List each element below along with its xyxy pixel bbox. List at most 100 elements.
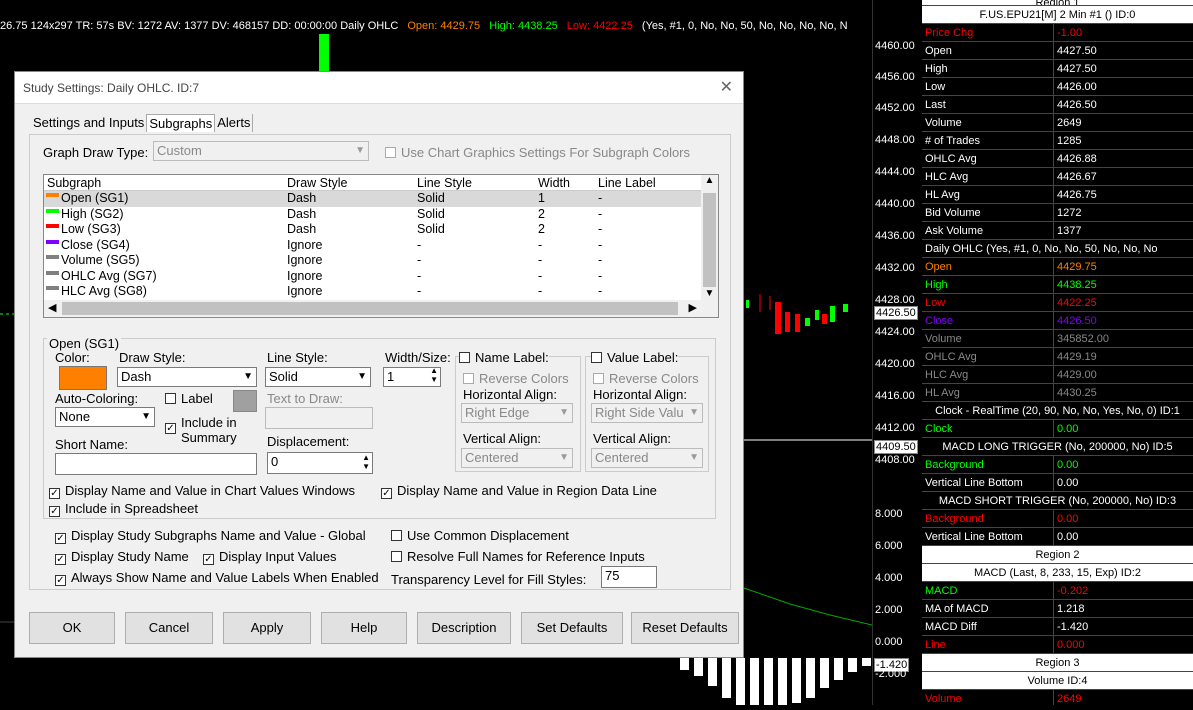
draw-style-select[interactable]: Dash (117, 367, 257, 387)
graph-draw-type-select[interactable]: Custom (153, 141, 369, 161)
display-global-label: Display Study Subgraphs Name and Value -… (71, 528, 366, 543)
label-checkbox[interactable]: Label (165, 391, 213, 406)
display-global-checkbox[interactable]: ✓ Display Study Subgraphs Name and Value … (55, 528, 366, 544)
label-checkbox-label: Label (181, 391, 213, 406)
color-swatch[interactable] (59, 366, 107, 390)
row-value: 1285 (1057, 135, 1082, 147)
use-chart-graphics-checkbox[interactable]: Use Chart Graphics Settings For Subgraph… (385, 145, 690, 160)
subgraph-color-swatch (46, 239, 59, 244)
include-summary-checkbox[interactable]: ✓ Include in Summary (165, 415, 245, 445)
panel-row: Ask Volume 1377 (922, 222, 1193, 240)
short-name-input[interactable] (55, 453, 257, 475)
panel-row: High 4438.25 (922, 276, 1193, 294)
scale-tick: 4440.00 (875, 198, 915, 210)
row-label: Bid Volume (922, 204, 1054, 221)
display-input-values-checkbox[interactable]: ✓ Display Input Values (203, 549, 337, 565)
scale-tick: 4416.00 (875, 390, 915, 402)
col-width[interactable]: Width (538, 175, 598, 190)
auto-coloring-label: Auto-Coloring: (55, 391, 139, 406)
table-row[interactable]: HLC Avg (SG8) Ignore - - - (44, 284, 718, 300)
subgraph-label-cell: - (598, 222, 603, 236)
dialog-titlebar[interactable]: Study Settings: Daily OHLC. ID:7 ✕ (15, 72, 743, 104)
table-horizontal-scrollbar[interactable]: ◀ ▶ (44, 300, 701, 317)
table-row[interactable]: Close (SG4) Ignore - - - (44, 238, 718, 254)
table-row[interactable]: Low (SG3) Dash Solid 2 - (44, 222, 718, 238)
scroll-thumb[interactable] (703, 193, 716, 287)
panel-row: OHLC Avg 4429.19 (922, 348, 1193, 366)
spin-arrows-icon[interactable]: ▲ ▼ (430, 366, 438, 384)
auto-coloring-select[interactable]: None (55, 407, 155, 427)
value-horiz-align-select[interactable]: Right Side Valu (591, 403, 703, 423)
include-spreadsheet-checkbox[interactable]: ✓ Include in Spreadsheet (49, 501, 198, 517)
name-label-checkbox[interactable]: Name Label: (459, 350, 549, 365)
displacement-spinbox[interactable]: 0 ▲ ▼ (267, 452, 373, 474)
subgraph-name-cell: OHLC Avg (SG7) (44, 269, 287, 285)
scale-tick: 4444.00 (875, 166, 915, 178)
subgraph-name: Open (SG1) (61, 191, 129, 205)
description-button[interactable]: Description (417, 612, 511, 644)
col-draw-style[interactable]: Draw Style (287, 175, 417, 190)
table-row[interactable]: Open (SG1) Dash Solid 1 - (44, 191, 718, 207)
ok-button[interactable]: OK (29, 612, 115, 644)
scroll-down-icon[interactable]: ▼ (701, 288, 718, 299)
reverse-colors-label: Reverse Colors (479, 371, 569, 386)
draw-style-label: Draw Style: (119, 350, 186, 365)
col-line-style[interactable]: Line Style (417, 175, 538, 190)
value-vert-align-label: Vertical Align: (593, 431, 672, 446)
tab-settings-inputs[interactable]: Settings and Inputs (31, 114, 146, 132)
subgraph-name: OHLC Avg (SG7) (61, 268, 157, 283)
value-reverse-colors-checkbox[interactable]: Reverse Colors (593, 371, 699, 386)
text-to-draw-input[interactable] (265, 407, 373, 429)
tab-subgraphs[interactable]: Subgraphs (146, 114, 216, 132)
help-button[interactable]: Help (321, 612, 407, 644)
use-common-displacement-checkbox[interactable]: Use Common Displacement (391, 528, 569, 543)
subgraph-line-cell: Solid (417, 191, 445, 205)
scroll-up-icon[interactable]: ▲ (701, 175, 718, 186)
spin-arrows-icon[interactable]: ▲ ▼ (362, 453, 370, 471)
display-study-name-checkbox[interactable]: ✓ Display Study Name (55, 549, 189, 565)
subgraph-draw-cell: Dash (287, 222, 317, 236)
scale-tick: 4436.00 (875, 230, 915, 242)
display-region-line-label: Display Name and Value in Region Data Li… (397, 483, 657, 498)
always-show-labels-checkbox[interactable]: ✓ Always Show Name and Value Labels When … (55, 570, 379, 586)
panel-row: Clock 0.00 (922, 420, 1193, 438)
value-vert-align-select[interactable]: Centered (591, 448, 703, 468)
price-scale[interactable]: 4460.00 4456.00 4452.00 4448.00 4444.00 … (872, 0, 920, 705)
width-spinbox[interactable]: 1 ▲ ▼ (383, 366, 441, 387)
subgraph-name: HLC Avg (SG8) (61, 284, 147, 298)
table-row[interactable]: Volume (SG5) Ignore - - - (44, 253, 718, 269)
panel-row: Bid Volume 1272 (922, 204, 1193, 222)
table-vertical-scrollbar[interactable]: ▲ ▼ (701, 175, 718, 317)
hscroll-thumb[interactable] (62, 302, 678, 315)
row-value: 4427.50 (1057, 63, 1097, 75)
name-reverse-colors-checkbox[interactable]: Reverse Colors (463, 371, 569, 386)
col-line-label[interactable]: Line Label (598, 175, 706, 190)
apply-button[interactable]: Apply (223, 612, 311, 644)
resolve-full-names-checkbox[interactable]: Resolve Full Names for Reference Inputs (391, 549, 645, 564)
display-region-line-checkbox[interactable]: ✓ Display Name and Value in Region Data L… (381, 483, 657, 499)
reset-defaults-button[interactable]: Reset Defaults (631, 612, 739, 644)
set-defaults-button[interactable]: Set Defaults (521, 612, 623, 644)
label-color-swatch[interactable] (233, 390, 257, 412)
value-label-checkbox[interactable]: Value Label: (591, 350, 679, 365)
subgraph-table[interactable]: Subgraph Draw Style Line Style Width Lin… (43, 174, 719, 318)
line-style-select[interactable]: Solid (265, 367, 371, 387)
name-vert-align-select[interactable]: Centered (461, 448, 573, 468)
reverse-colors-label: Reverse Colors (609, 371, 699, 386)
row-value: 4438.25 (1057, 279, 1097, 291)
col-subgraph[interactable]: Subgraph (44, 175, 287, 190)
tab-alerts[interactable]: Alerts (215, 114, 254, 132)
display-chart-values-checkbox[interactable]: ✓ Display Name and Value in Chart Values … (49, 483, 355, 499)
cancel-button[interactable]: Cancel (125, 612, 213, 644)
table-row[interactable]: OHLC Avg (SG7) Ignore - - - (44, 269, 718, 285)
transparency-input[interactable]: 75 (601, 566, 657, 588)
panel-row: HL Avg 4430.25 (922, 384, 1193, 402)
table-row[interactable]: High (SG2) Dash Solid 2 - (44, 207, 718, 223)
scroll-left-icon[interactable]: ◀ (48, 301, 56, 314)
close-icon[interactable]: ✕ (720, 72, 733, 104)
panel-row: Background 0.00 (922, 510, 1193, 528)
name-horiz-align-select[interactable]: Right Edge (461, 403, 573, 423)
dialog-title: Study Settings: Daily OHLC. ID:7 (23, 81, 200, 95)
scroll-right-icon[interactable]: ▶ (689, 301, 697, 314)
subgraph-line-cell: Solid (417, 222, 445, 236)
